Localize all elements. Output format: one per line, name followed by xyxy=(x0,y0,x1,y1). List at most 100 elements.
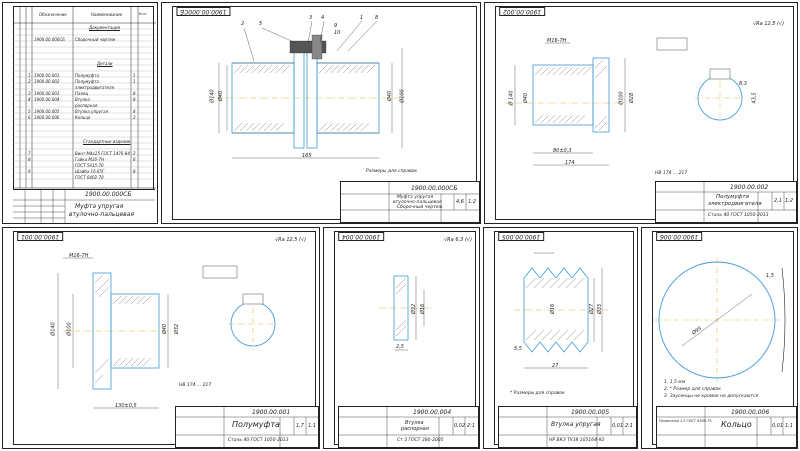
position-label: 5 xyxy=(259,21,263,27)
spec-part-pos: 6 xyxy=(28,115,31,120)
mass-value: 0,01 xyxy=(612,423,624,429)
position-label: 3 xyxy=(309,15,313,21)
title-block: 1900.00.005 Втулка упругая НР ВКЗ ТУ38 1… xyxy=(498,406,637,448)
spec-part-code: 1900.00.006 xyxy=(34,115,60,120)
spec-part-qty: 8 xyxy=(133,91,136,96)
spec-part-code: 1900.00.005 xyxy=(34,109,60,114)
spec-header-name: Наименование xyxy=(91,12,123,17)
spec-std-qty: 8 xyxy=(133,169,136,174)
dimension-label: 174 xyxy=(565,160,575,166)
spec-part-qty: 8 xyxy=(133,97,136,102)
dimension-label: 130±0,5 xyxy=(115,403,137,409)
material: Ст 3 ГОСТ 380-2005 xyxy=(397,438,444,443)
assembly-sheet: 1900.00.000СБ 2 5 3 4 9 10 1 8 Ø140 Ø40 … xyxy=(161,2,481,224)
spec-std-name: ГОСТ 5915-70 xyxy=(75,163,104,168)
title-code: 1900.00.004 xyxy=(413,409,452,416)
title-name-3: Сборочный чертеж xyxy=(397,205,443,210)
dimension-label: 43,5 xyxy=(751,92,758,104)
title-name: Кольцо xyxy=(721,420,752,429)
motor-halfcoupling-sheet: 1900.00.002 √Ra 12,5 (√) Ø 140 Ø40 Ø100 … xyxy=(484,2,798,224)
title-block: 1900.00.006 Кольцо Проволока 1,5 ГОСТ 93… xyxy=(656,406,797,448)
title-name: Втулка упругая xyxy=(551,421,601,428)
dimension-label: Ø16 xyxy=(420,303,427,315)
dimension-label: 2,5 xyxy=(396,344,404,350)
dimension-label: Ø40 xyxy=(162,323,169,335)
dimension-label: 8,3 xyxy=(739,81,747,87)
dimension-label: Ø40 xyxy=(218,90,225,102)
scale-value: 1:2 xyxy=(468,199,477,205)
position-label: 1 xyxy=(360,15,364,21)
reference-note: * Размеры для справок xyxy=(510,391,565,396)
title-name: Полумуфта xyxy=(716,194,749,200)
title-name-2: электродвигателя xyxy=(708,201,762,207)
dimension-label: Ø40 xyxy=(387,90,394,102)
spec-part-pos: 1 xyxy=(28,73,31,78)
scale-value: 1:1 xyxy=(308,423,317,429)
title-code: 1900.00.006 xyxy=(731,409,770,416)
mass-value: 0,02 xyxy=(454,423,466,429)
dimension-label: Ø32 xyxy=(411,303,418,315)
position-label: 4 xyxy=(321,15,325,21)
spec-std-pos: 7 xyxy=(28,151,31,156)
title-code: 1900.00.001 xyxy=(252,409,291,416)
spec-std-pos: 8 xyxy=(28,157,31,162)
spec-std-name: Винт М4х25 ГОСТ 1476-84 xyxy=(75,151,130,156)
material: Проволока 1,5 ГОСТ 9389-75 xyxy=(659,419,712,423)
position-label: 10 xyxy=(334,30,341,36)
spec-part-name: Палец xyxy=(75,91,89,96)
spec-part-code: 1900.00.001 xyxy=(34,73,60,78)
spec-part-name: Кольцо xyxy=(75,115,91,120)
dimension-label: Ø140 xyxy=(50,322,57,336)
spec-part-name: Полумуфта xyxy=(75,79,99,84)
dimension-label: Ø27 xyxy=(589,303,596,315)
spec-part-pos: 3 xyxy=(28,91,31,96)
dimension-label: Ø100 xyxy=(399,89,406,103)
title-code: 1900.00.002 xyxy=(730,184,769,191)
spec-std-name: Гайка М16-7Н xyxy=(75,157,104,162)
spec-part-pos: 4 xyxy=(28,97,31,102)
elastic-sleeve-sheet: 1900.00.005 Ø27 Ø35 Ø16 5,5 27 * Размеры… xyxy=(483,227,638,449)
material: Сталь 40 ГОСТ 1050-2013 xyxy=(228,438,289,443)
position-label: 8 xyxy=(375,15,379,21)
title-code: 1900.00.005 xyxy=(571,409,610,416)
spec-part-name: Полумуфта xyxy=(75,73,99,78)
ring-note: 2. * Размер для справок xyxy=(664,387,721,392)
spec-doc-code: 1900.00.000СБ xyxy=(34,37,65,42)
spec-doc-name: Сборочный чертеж xyxy=(75,37,116,42)
spec-sheet: Обозначение Наименование Кол. Документац… xyxy=(2,2,158,224)
dimension-label: 1,5 xyxy=(766,273,774,279)
hardness-note: HB 174 ... 217 xyxy=(179,383,212,388)
title-name: Муфта упругая xyxy=(75,203,124,210)
dimension-label: 27 xyxy=(552,363,559,369)
spec-part-pos: 5 xyxy=(28,109,31,114)
spec-part-code: 1900.00.003 xyxy=(34,91,60,96)
spec-part-qty: 1 xyxy=(133,73,136,78)
position-label: 2 xyxy=(241,21,245,27)
title-name-2: втулочно-пальцевая xyxy=(69,211,134,218)
title-name-2: распорная xyxy=(401,426,429,432)
halfcoupling-sheet: 1900.00.001 √Ra 12,5 (√) Ø140 Ø100 Ø40 Ø… xyxy=(2,227,320,449)
dimension-label: Ø100 xyxy=(66,322,73,336)
spec-header-qty: Кол. xyxy=(139,12,147,16)
scale-value: 2:1 xyxy=(625,423,634,429)
spec-std-name: ГОСТ 6402-70 xyxy=(75,175,104,180)
spec-part-code: 1900.00.002 xyxy=(34,79,60,84)
dimension-label: Ø32 xyxy=(174,323,181,335)
spec-part-pos: 2 xyxy=(28,79,31,84)
spec-std-name: Шайба 16.65Г xyxy=(75,169,105,174)
title-code: 1900.00.000СБ xyxy=(411,185,458,192)
dimension-label: Ø35 xyxy=(597,303,604,315)
hardness-note: HB 174 ... 217 xyxy=(655,171,688,176)
mass-value: 4,6 xyxy=(456,199,464,205)
title-block: 1900.00.002 Полумуфта электродвигателя С… xyxy=(655,181,797,223)
spec-std-pos: 9 xyxy=(28,169,31,174)
material: Сталь 40 ГОСТ 1050-2013 xyxy=(708,213,769,218)
spec-part-name: электродвигателя xyxy=(75,85,114,90)
spacer-sheet: 1900.00.004 √Ra 6,3 (√) Ø32 Ø16 2,5 1900… xyxy=(323,227,480,449)
material: НР ВКЗ ТУ38 105164-92 xyxy=(549,438,605,443)
spec-part-name: распорная xyxy=(75,103,98,108)
dimension-label: Ø28 xyxy=(629,92,636,104)
dimension-label: 5,5 xyxy=(514,346,522,352)
spec-part-qty: 8 xyxy=(133,109,136,114)
reference-note: Размеры для справок xyxy=(366,169,418,174)
